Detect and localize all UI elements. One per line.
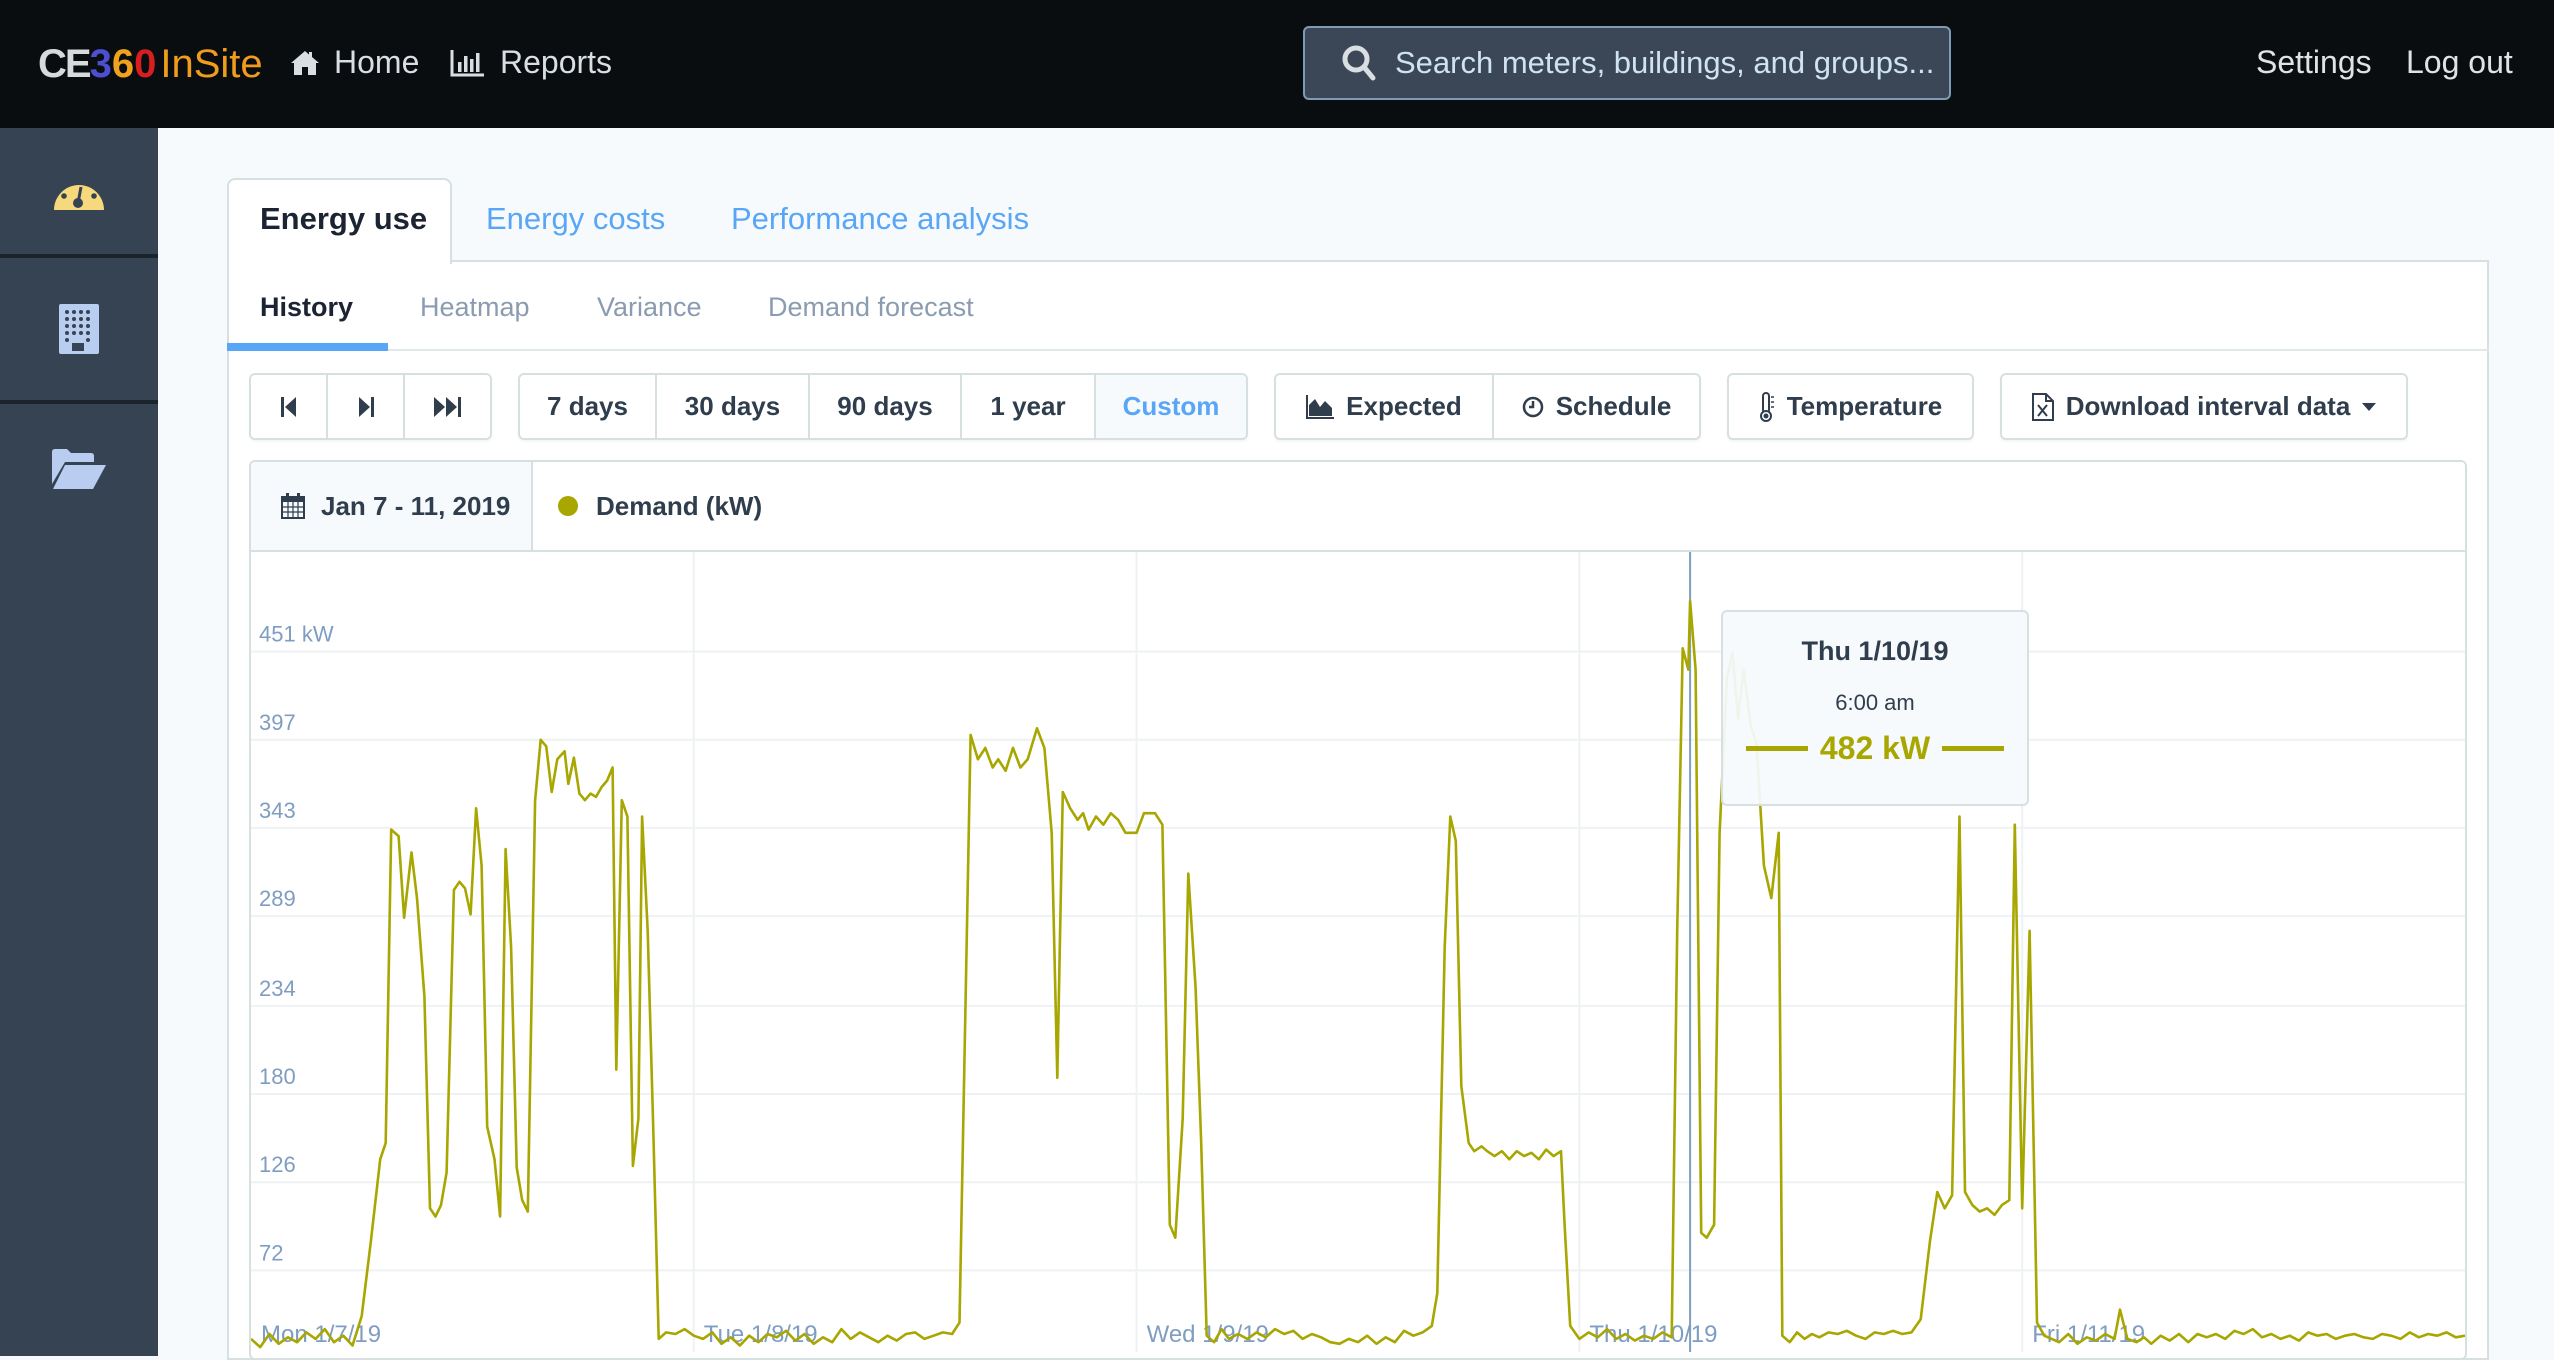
range-1-year[interactable]: 1 year — [962, 375, 1096, 438]
y-tick-label: 180 — [259, 1064, 296, 1089]
y-tick-label: 289 — [259, 886, 296, 911]
speedometer-icon — [54, 176, 104, 210]
subtab-history[interactable]: History — [260, 292, 353, 323]
y-tick-label: 72 — [259, 1240, 283, 1265]
schedule-toggle[interactable]: Schedule — [1494, 375, 1699, 438]
y-tick-label: 451 kW — [259, 622, 334, 647]
tooltip-series-swatch — [1745, 746, 1808, 751]
search-input[interactable] — [1395, 45, 1935, 81]
download-group: Download interval data — [2000, 373, 2408, 440]
x-tick-label: Fri 1/11/19 — [2032, 1321, 2145, 1348]
temperature-toggle[interactable]: Temperature — [1729, 375, 1972, 438]
y-tick-label: 126 — [259, 1152, 296, 1177]
legend-label: Demand (kW) — [596, 490, 763, 521]
nav-home[interactable]: Home — [290, 44, 419, 81]
tab-performance-analysis[interactable]: Performance analysis — [731, 201, 1029, 237]
logo-3: 3 — [89, 41, 112, 86]
nav-reports[interactable]: Reports — [450, 44, 612, 81]
sidebar-item-groups[interactable] — [0, 404, 158, 534]
download-interval-data-button[interactable]: Download interval data — [2002, 375, 2406, 438]
app-logo[interactable]: CE 3 6 0 InSite — [38, 40, 263, 88]
tooltip-date: Thu 1/10/19 — [1801, 636, 1949, 666]
x-tick-label: Thu 1/10/19 — [1589, 1321, 1717, 1348]
calendar-icon — [281, 493, 305, 519]
subtab-heatmap[interactable]: Heatmap — [420, 292, 530, 323]
skip-forward-icon — [433, 396, 461, 417]
temperature-label: Temperature — [1786, 391, 1943, 421]
next-period-button[interactable] — [328, 375, 405, 438]
download-label: Download interval data — [2065, 391, 2351, 421]
sidebar — [0, 128, 158, 1356]
clock-icon — [1522, 396, 1543, 417]
home-icon — [291, 50, 319, 75]
series-line-demand — [251, 599, 2465, 1349]
expected-toggle[interactable]: Expected — [1276, 375, 1494, 438]
folder-open-icon — [52, 449, 106, 489]
logo-ce: CE — [38, 41, 92, 86]
bar-chart-icon — [450, 49, 484, 76]
search-icon — [1342, 45, 1376, 81]
range-30-days[interactable]: 30 days — [657, 375, 810, 438]
y-tick-label: 397 — [259, 710, 296, 735]
range-7-days[interactable]: 7 days — [520, 375, 657, 438]
chart-tooltip: Thu 1/10/19 6:00 am 482 kW — [1721, 610, 2029, 806]
subtab-demand-forecast[interactable]: Demand forecast — [768, 292, 974, 323]
date-range-label: Jan 7 - 11, 2019 — [321, 490, 511, 521]
logo-0: 0 — [134, 41, 157, 86]
schedule-label: Schedule — [1555, 391, 1672, 421]
tooltip-time: 6:00 am — [1835, 690, 1915, 715]
subtab-divider — [227, 349, 2489, 351]
step-forward-icon — [358, 396, 374, 417]
excel-file-icon — [2031, 392, 2054, 421]
temperature-group: Temperature — [1727, 373, 1974, 440]
range-90-days[interactable]: 90 days — [810, 375, 962, 438]
top-navbar: CE360InSite Home Reports Settings Log ou… — [0, 0, 2554, 128]
tooltip-value: 482 kW — [1819, 730, 1931, 766]
subtab-variance[interactable]: Variance — [597, 292, 702, 323]
demand-chart[interactable]: 451 kW39734328923418012672Mon 1/7/19 Tue … — [251, 552, 2465, 1356]
y-tick-label: 343 — [259, 798, 296, 823]
subtab-active-indicator — [227, 343, 388, 351]
logo-insite: InSite — [160, 41, 263, 86]
nav-reports-label: Reports — [500, 44, 613, 80]
expected-label: Expected — [1346, 391, 1462, 421]
logout-link[interactable]: Log out — [2406, 44, 2513, 81]
area-chart-icon — [1306, 394, 1335, 419]
caret-down-icon — [2362, 402, 2377, 411]
tab-energy-costs[interactable]: Energy costs — [486, 201, 665, 237]
settings-link[interactable]: Settings — [2256, 44, 2372, 81]
tooltip-series-swatch — [1942, 746, 2005, 751]
nav-home-label: Home — [334, 44, 420, 80]
building-icon — [59, 304, 99, 354]
chart-legend[interactable]: Demand (kW) — [558, 462, 762, 550]
logo-6: 6 — [111, 41, 135, 86]
overlay-group: Expected Schedule — [1274, 373, 1701, 440]
y-tick-label: 234 — [259, 976, 296, 1001]
sidebar-item-buildings[interactable] — [0, 258, 158, 400]
period-nav-group — [249, 373, 492, 440]
range-group: 7 days 30 days 90 days 1 year Custom — [518, 373, 1248, 440]
tab-energy-use[interactable]: Energy use — [260, 201, 427, 237]
skip-back-icon — [280, 396, 296, 417]
date-range-picker[interactable]: Jan 7 - 11, 2019 — [251, 462, 533, 550]
sidebar-item-dashboard[interactable] — [0, 128, 158, 254]
range-custom[interactable]: Custom — [1096, 375, 1246, 438]
thermometer-icon — [1759, 391, 1774, 422]
last-period-button[interactable] — [405, 375, 490, 438]
legend-dot — [558, 496, 578, 516]
tooltip-value-row: 482 kW — [1723, 730, 2027, 767]
search-box[interactable] — [1303, 26, 1951, 100]
first-period-button[interactable] — [251, 375, 328, 438]
